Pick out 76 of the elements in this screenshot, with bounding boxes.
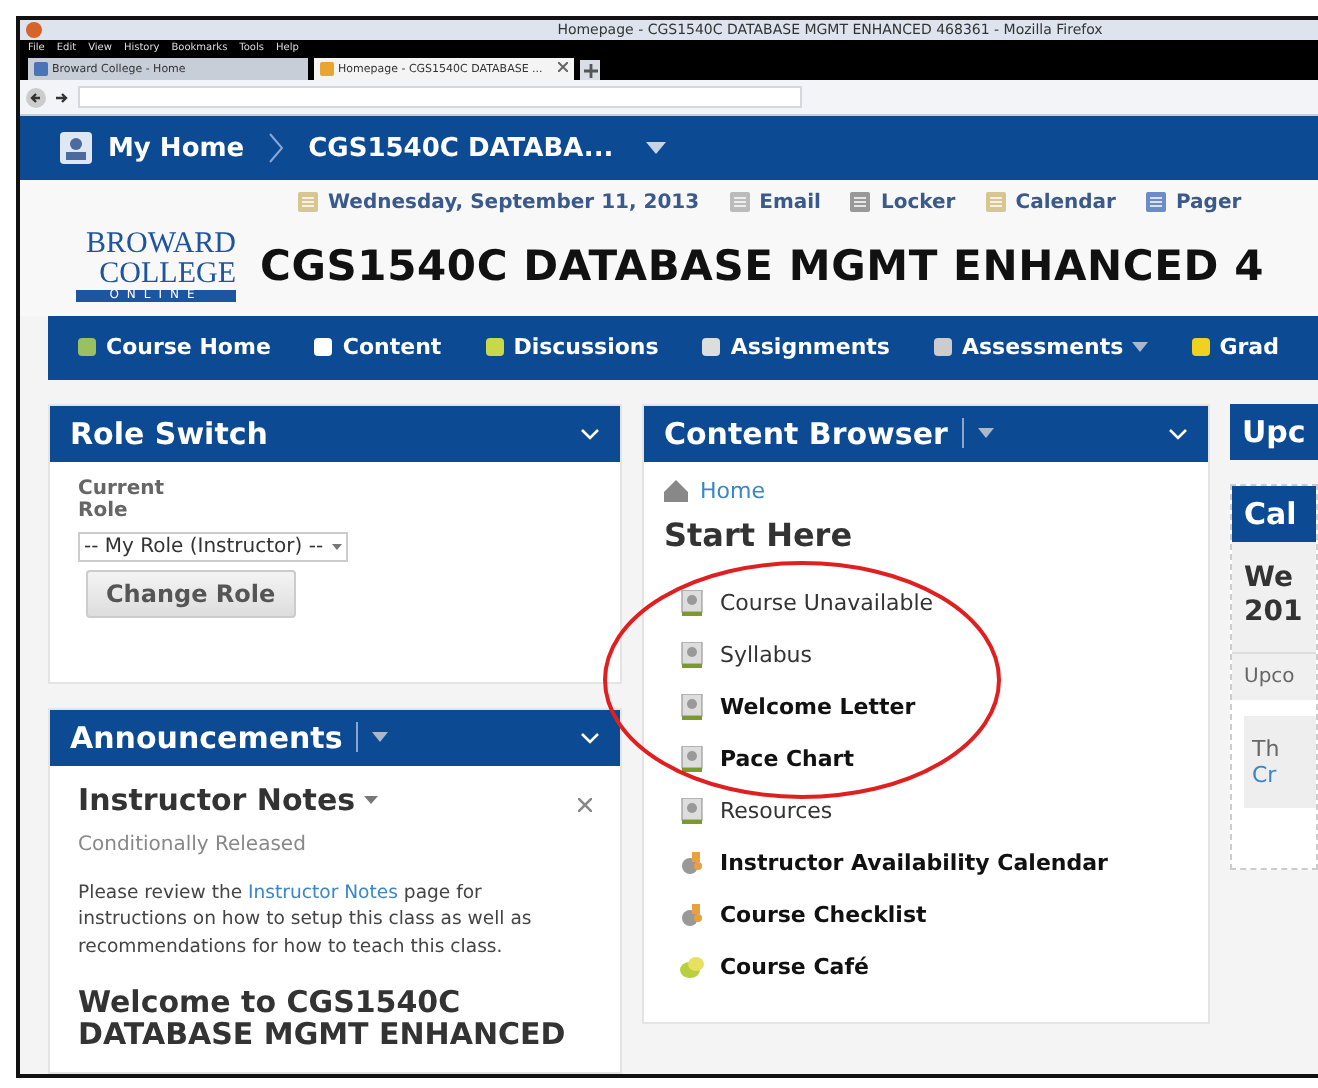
utility-link[interactable]: Email [759,191,821,214]
nav-link[interactable]: Content [312,334,442,361]
upcoming-label: Upco [1232,653,1316,700]
page-icon [34,62,48,77]
dropdown-icon [1131,342,1148,353]
caret-icon [331,543,342,550]
close-icon [558,62,568,73]
new-tab-button[interactable] [580,60,600,81]
page-icon [320,62,334,77]
chevron-down-icon [1168,427,1188,440]
close-icon [577,797,592,812]
document-icon [679,590,704,617]
content-item-link[interactable]: Course Checklist [719,902,927,929]
course-selector[interactable]: CGS1540C DATABA... [308,133,614,164]
my-home-link[interactable]: My Home [108,133,245,164]
dropdown-icon [977,428,994,439]
address-field[interactable] [78,86,802,109]
document-icon [679,798,704,825]
nav-item-icon [312,336,335,359]
chevron-icon [268,132,285,165]
nav-item-icon [76,336,98,359]
utility-link[interactable]: Calendar [1015,191,1116,214]
panel-title: Announcements [70,719,343,756]
announcement-title[interactable]: Instructor Notes [78,782,378,819]
course-title: CGS1540C DATABASE MGMT ENHANCED 4 [260,242,1264,291]
nav-link[interactable]: Course Home [76,334,271,361]
collapse-button[interactable] [1168,427,1188,440]
role-select[interactable]: -- My Role (Instructor) -- [78,531,348,562]
announcement-title[interactable]: Welcome to CGS1540C DATABASE MGMT ENHANCED [78,987,592,1048]
content-item-link[interactable]: Instructor Availability Calendar [719,850,1108,877]
content-item-link[interactable]: Course Unavailable [719,590,934,617]
panel-title: Content Browser [663,415,948,452]
change-role-button[interactable]: Change Role [86,569,296,618]
nav-item-icon [1189,336,1212,359]
chevron-down-icon [579,427,600,440]
content-item-link[interactable]: Resources [719,798,833,825]
nav-item-icon [931,336,954,359]
house-icon [663,479,688,502]
nav-link[interactable]: Grad [1189,334,1279,361]
caret-icon [363,796,378,805]
utility-link[interactable]: Locker [880,191,956,214]
collapse-button[interactable] [579,731,600,744]
document-icon [679,694,704,721]
back-icon [26,87,46,108]
content-item-link[interactable]: Course Café [719,954,869,981]
puzzle-icon [679,902,704,929]
panel-title: Cal [1244,495,1297,532]
content-item-link[interactable]: Syllabus [719,642,813,669]
instructor-notes-link[interactable]: Instructor Notes [248,881,398,904]
puzzle-icon [679,850,704,877]
nav-link[interactable]: Assignments [700,334,890,361]
date-heading: We 201 [1244,561,1304,632]
content-item-link[interactable]: Pace Chart [719,746,854,773]
section-heading: Start Here [663,515,855,554]
document-icon [679,642,704,669]
date-text: Wednesday, September 11, 2013 [328,191,700,214]
dropdown-icon [645,142,666,155]
forward-icon [54,89,70,106]
document-icon [679,746,704,773]
speech-bubbles-icon [679,954,704,981]
utility-link[interactable]: Pager [1176,191,1242,214]
panel-title: Role Switch [70,415,268,452]
nav-link[interactable]: Discussions [483,334,659,361]
panel-title: Upc [1242,413,1306,450]
note-text: Th [1252,735,1282,762]
plus-icon [583,63,597,78]
release-status: Conditionally Released [78,833,308,856]
home-link[interactable]: Home [699,477,765,504]
chevron-down-icon [579,731,600,744]
nav-link[interactable]: Assessments [931,334,1148,361]
nav-item-icon [700,336,723,359]
announcement-text: Please review the Instructor Notes page for instructions on how to setup this class as well as recommendations for how to teach this class. [78,879,534,960]
content-item-link[interactable]: Welcome Letter [719,694,916,721]
dropdown-icon [372,732,389,743]
nav-item-icon [483,336,506,359]
collapse-button[interactable] [579,427,600,440]
